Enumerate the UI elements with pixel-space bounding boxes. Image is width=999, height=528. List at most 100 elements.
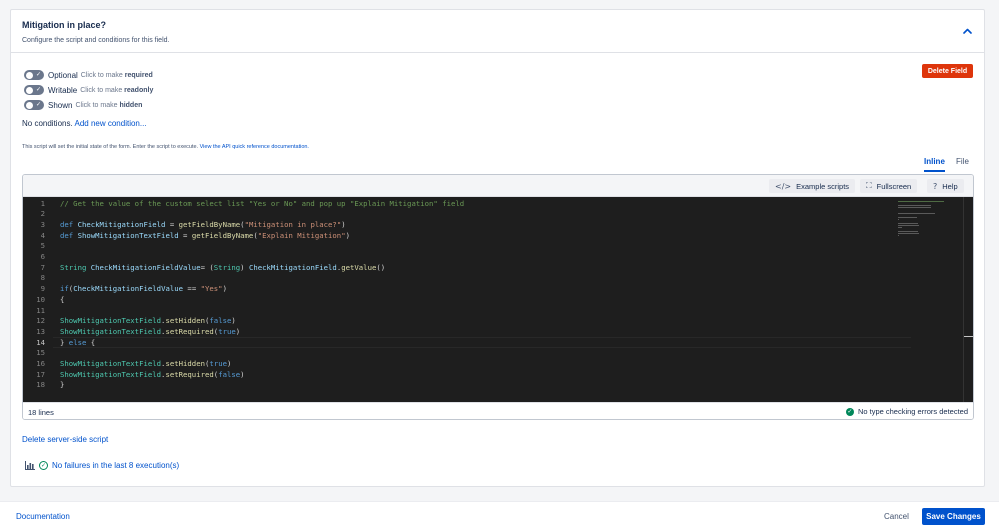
line-number: 18 <box>36 380 45 390</box>
code-token: CheckMitigationField <box>77 219 166 229</box>
code-token: ) <box>231 316 236 326</box>
code-token: } <box>60 337 69 347</box>
no-conditions-text: No conditions. <box>22 119 73 128</box>
toggle-knob <box>26 71 33 79</box>
code-token: "Explain Mitigation" <box>257 230 346 240</box>
toggle-label-shown: Shown <box>48 100 73 110</box>
code-line: def CheckMitigationField = getFieldByNam… <box>60 220 346 229</box>
check-icon: ✓ <box>35 87 42 93</box>
panel-header[interactable]: Mitigation in place? Configure the scrip… <box>11 10 984 53</box>
line-number: 4 <box>40 230 45 240</box>
line-number: 5 <box>40 241 45 251</box>
code-token: CheckMitigationField <box>248 262 337 272</box>
line-number: 11 <box>36 305 45 315</box>
code-line: { <box>60 295 64 304</box>
code-token: // Get the value of the custom select li… <box>60 198 465 208</box>
delete-field-button[interactable]: Delete Field <box>922 64 973 78</box>
minimap-line <box>898 231 918 232</box>
minimap-line <box>898 219 899 220</box>
help-icon: ? <box>933 181 938 191</box>
code-token: CheckMitigationFieldValue <box>90 262 201 272</box>
optional-toggle[interactable]: ✓ <box>24 70 44 80</box>
example-scripts-label: Example scripts <box>796 181 850 191</box>
toggle-row-writable: ✓ Writable Click to make readonly <box>24 84 153 96</box>
code-token: "Yes" <box>200 284 223 294</box>
check-circle-icon: ✓ <box>39 461 48 470</box>
help-label: Help <box>942 181 958 191</box>
code-area[interactable]: 1 2 3 4 5 6 7 8 9 10 11 12 13 14 15 16 17 18 // Get the v… <box>23 197 973 402</box>
code-token: getFieldByName <box>191 230 254 240</box>
toggle-hint-optional[interactable]: Click to make required <box>81 72 153 79</box>
code-token: ) <box>240 262 249 272</box>
tab-inline[interactable]: Inline <box>924 157 945 172</box>
field-config-panel: Mitigation in place? Configure the scrip… <box>10 9 985 487</box>
code-line: } else { <box>60 338 95 347</box>
code-token: () <box>376 262 386 272</box>
toggle-hint-writable[interactable]: Click to make readonly <box>80 87 153 94</box>
documentation-link[interactable]: Documentation <box>16 512 70 521</box>
executions-status[interactable]: ✓ No failures in the last 8 execution(s) <box>25 461 179 470</box>
check-icon: ✓ <box>35 102 42 108</box>
line-number: 1 <box>40 198 45 208</box>
script-editor: </> Example scripts ⛶ Fullscreen ? Help … <box>22 174 974 420</box>
code-line: // Get the value of the custom select li… <box>60 199 464 208</box>
code-token: ) <box>226 359 232 368</box>
delete-server-side-script-link[interactable]: Delete server-side script <box>22 435 108 444</box>
line-number: 14 <box>36 337 45 347</box>
line-number: 15 <box>36 348 45 358</box>
toggle-hint-action: readonly <box>124 86 154 94</box>
api-reference-link[interactable]: View the API quick reference documentati… <box>200 144 309 150</box>
line-number: 6 <box>40 252 45 261</box>
panel-title: Mitigation in place? <box>22 20 107 30</box>
code-token: if <box>60 284 69 294</box>
code-minimap[interactable] <box>898 201 948 241</box>
toggle-knob <box>26 86 33 94</box>
code-token: setRequired <box>165 326 214 336</box>
minimap-line <box>898 233 919 234</box>
line-number: 3 <box>40 219 45 229</box>
cancel-button[interactable]: Cancel <box>880 510 913 523</box>
minimap-line <box>898 223 918 224</box>
panel-description: Configure the script and conditions for … <box>22 37 170 44</box>
executions-text: No failures in the last 8 execution(s) <box>52 461 180 470</box>
code-token: ) <box>240 369 245 379</box>
conditions-line: No conditions. Add new condition... <box>22 119 147 128</box>
code-token: true <box>218 326 236 336</box>
toggle-hint-prefix: Click to make <box>80 71 123 79</box>
minimap-line <box>898 225 919 226</box>
example-scripts-button[interactable]: </> Example scripts <box>769 179 856 193</box>
add-condition-link[interactable]: Add new condition... <box>74 119 146 128</box>
toggle-hint-shown[interactable]: Click to make hidden <box>75 102 142 109</box>
code-token: = <box>165 219 179 229</box>
toggle-label-optional: Optional <box>48 70 78 80</box>
line-number: 8 <box>40 273 45 283</box>
line-number: 7 <box>40 262 45 272</box>
code-line: def ShowMitigationTextField = getFieldBy… <box>60 231 350 240</box>
line-number: 17 <box>36 369 45 379</box>
toggle-hint-action: required <box>124 71 153 79</box>
tab-file[interactable]: File <box>956 157 969 166</box>
code-token: true <box>209 359 227 368</box>
line-number-gutter: 1 2 3 4 5 6 7 8 9 10 11 12 13 14 15 16 17 18 <box>23 197 53 402</box>
type-check-text: No type checking errors detected <box>857 407 968 416</box>
fullscreen-button[interactable]: ⛶ Fullscreen <box>860 179 918 193</box>
toggle-knob <box>26 101 33 109</box>
minimap-line <box>898 227 902 228</box>
code-token: else <box>68 337 87 347</box>
help-button[interactable]: ? Help <box>927 179 964 193</box>
code-token: setHidden <box>165 359 205 368</box>
code-token: CheckMitigationFieldValue <box>73 284 184 294</box>
chevron-up-icon[interactable] <box>959 24 975 38</box>
editor-scrollbar[interactable] <box>963 197 973 402</box>
writable-toggle[interactable]: ✓ <box>24 85 44 95</box>
editor-footer: 18 lines ✓ No type checking errors detec… <box>23 402 973 419</box>
shown-toggle[interactable]: ✓ <box>24 100 44 110</box>
save-changes-button[interactable]: Save Changes <box>922 508 985 525</box>
minimap-line <box>898 205 931 206</box>
line-number: 13 <box>36 326 45 336</box>
minimap-line <box>898 213 935 214</box>
code-token: getValue <box>341 262 377 272</box>
line-number: 12 <box>36 316 45 326</box>
code-token: String <box>60 262 91 272</box>
editor-toolbar: </> Example scripts ⛶ Fullscreen ? Help <box>23 175 973 197</box>
